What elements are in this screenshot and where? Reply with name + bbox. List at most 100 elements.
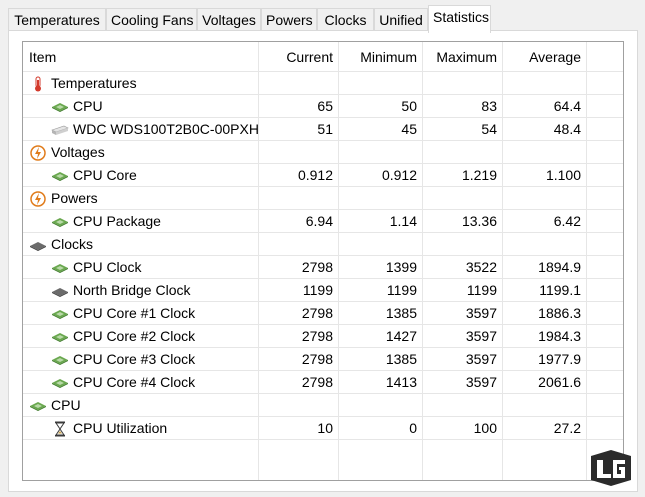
cell-item: CPU Core #3 Clock xyxy=(23,348,259,371)
statistics-table: Item Current Minimum Maximum Average Tem… xyxy=(22,41,624,481)
cell-minimum: 1413 xyxy=(339,371,423,394)
table-row[interactable]: WDC WDS100T2B0C-00PXH0 51 45 54 48.4 xyxy=(23,118,623,141)
column-header-item[interactable]: Item xyxy=(23,42,259,72)
cell-maximum: 54 xyxy=(423,118,503,141)
tab-powers[interactable]: Powers xyxy=(261,8,317,32)
statistics-panel: Item Current Minimum Maximum Average Tem… xyxy=(8,30,638,492)
table-row[interactable]: CPU Core 0.912 0.912 1.219 1.100 xyxy=(23,164,623,187)
item-label: CPU xyxy=(51,397,81,413)
cell-minimum xyxy=(339,72,423,95)
tab-cooling-fans[interactable]: Cooling Fans xyxy=(106,8,197,32)
cell-minimum: 1399 xyxy=(339,256,423,279)
cell-average xyxy=(503,141,587,164)
cell-average: 1894.9 xyxy=(503,256,587,279)
table-row[interactable]: North Bridge Clock 1199 1199 1199 1199.1 xyxy=(23,279,623,302)
group-row[interactable]: CPU xyxy=(23,394,623,417)
item-name: CPU Utilization xyxy=(29,417,258,439)
cell-current xyxy=(259,187,339,210)
cell-maximum: 1.219 xyxy=(423,164,503,187)
item-label: CPU Clock xyxy=(73,259,142,275)
tab-clocks[interactable]: Clocks xyxy=(317,8,374,32)
cell-maximum: 83 xyxy=(423,95,503,118)
cell-filler xyxy=(587,72,623,95)
cell-minimum: 50 xyxy=(339,95,423,118)
cell-maximum xyxy=(423,394,503,417)
cell-maximum: 3597 xyxy=(423,371,503,394)
cell-filler xyxy=(587,164,623,187)
cell-current: 2798 xyxy=(259,256,339,279)
table-row[interactable]: CPU Utilization 10 0 100 27.2 xyxy=(23,417,623,440)
cell-maximum xyxy=(423,141,503,164)
cell-maximum: 3597 xyxy=(423,325,503,348)
column-header-current[interactable]: Current xyxy=(259,42,339,72)
item-label: CPU xyxy=(73,98,103,114)
table-row[interactable]: CPU Core #4 Clock 2798 1413 3597 2061.6 xyxy=(23,371,623,394)
cell-item: CPU xyxy=(23,95,259,118)
column-header-average[interactable]: Average xyxy=(503,42,587,72)
cell-filler xyxy=(587,417,623,440)
cell-filler xyxy=(587,141,623,164)
tab-temperatures[interactable]: Temperatures xyxy=(8,8,106,32)
table-row[interactable]: CPU Core #2 Clock 2798 1427 3597 1984.3 xyxy=(23,325,623,348)
cell-filler xyxy=(587,371,623,394)
cell-filler xyxy=(587,233,623,256)
group-row[interactable]: Voltages xyxy=(23,141,623,164)
cell-minimum: 1385 xyxy=(339,348,423,371)
cell-minimum: 0.912 xyxy=(339,164,423,187)
cell-item: North Bridge Clock xyxy=(23,279,259,302)
cell-maximum xyxy=(423,72,503,95)
column-header-maximum[interactable]: Maximum xyxy=(423,42,503,72)
cpu-chip-icon xyxy=(51,214,69,230)
tab-voltages[interactable]: Voltages xyxy=(197,8,261,32)
item-name: Powers xyxy=(29,187,258,209)
cpu-chip-icon xyxy=(51,329,69,345)
tab-unified[interactable]: Unified xyxy=(374,8,428,32)
cell-average: 1977.9 xyxy=(503,348,587,371)
item-name: CPU Core #1 Clock xyxy=(29,302,258,324)
cell-filler xyxy=(587,210,623,233)
power-icon xyxy=(29,190,47,207)
filler-cell xyxy=(503,440,587,480)
cell-filler xyxy=(587,279,623,302)
cell-average: 1.100 xyxy=(503,164,587,187)
cell-minimum: 1199 xyxy=(339,279,423,302)
column-header-filler xyxy=(587,42,623,72)
group-row[interactable]: Powers xyxy=(23,187,623,210)
cell-maximum: 3597 xyxy=(423,302,503,325)
cell-current: 2798 xyxy=(259,371,339,394)
item-label: CPU Core #1 Clock xyxy=(73,305,196,321)
table-row[interactable]: CPU Clock 2798 1399 3522 1894.9 xyxy=(23,256,623,279)
filler-cell xyxy=(23,440,259,480)
cell-filler xyxy=(587,95,623,118)
cell-average xyxy=(503,394,587,417)
cpu-chip-icon xyxy=(51,352,69,368)
cell-current xyxy=(259,141,339,164)
table-row[interactable]: CPU Core #1 Clock 2798 1385 3597 1886.3 xyxy=(23,302,623,325)
cell-filler xyxy=(587,348,623,371)
cell-current: 10 xyxy=(259,417,339,440)
column-header-minimum[interactable]: Minimum xyxy=(339,42,423,72)
group-row[interactable]: Temperatures xyxy=(23,72,623,95)
cell-minimum: 0 xyxy=(339,417,423,440)
group-row[interactable]: Clocks xyxy=(23,233,623,256)
cpu-chip-icon xyxy=(51,168,69,184)
cell-maximum: 3597 xyxy=(423,348,503,371)
cell-maximum: 100 xyxy=(423,417,503,440)
cell-minimum: 1427 xyxy=(339,325,423,348)
table-row[interactable]: CPU Core #3 Clock 2798 1385 3597 1977.9 xyxy=(23,348,623,371)
cell-item: Powers xyxy=(23,187,259,210)
item-label: Powers xyxy=(51,190,98,206)
drive-icon xyxy=(51,122,69,138)
cell-filler xyxy=(587,256,623,279)
tab-statistics[interactable]: Statistics xyxy=(428,5,491,33)
cell-minimum xyxy=(339,233,423,256)
table-row[interactable]: CPU Package 6.94 1.14 13.36 6.42 xyxy=(23,210,623,233)
filler-cell xyxy=(259,440,339,480)
cell-maximum: 13.36 xyxy=(423,210,503,233)
cell-filler xyxy=(587,187,623,210)
cell-minimum: 1385 xyxy=(339,302,423,325)
table-row[interactable]: CPU 65 50 83 64.4 xyxy=(23,95,623,118)
cell-maximum xyxy=(423,233,503,256)
cpu-chip-icon xyxy=(51,260,69,276)
tab-bar: Temperatures Cooling Fans Voltages Powers Cl… xyxy=(8,5,638,33)
